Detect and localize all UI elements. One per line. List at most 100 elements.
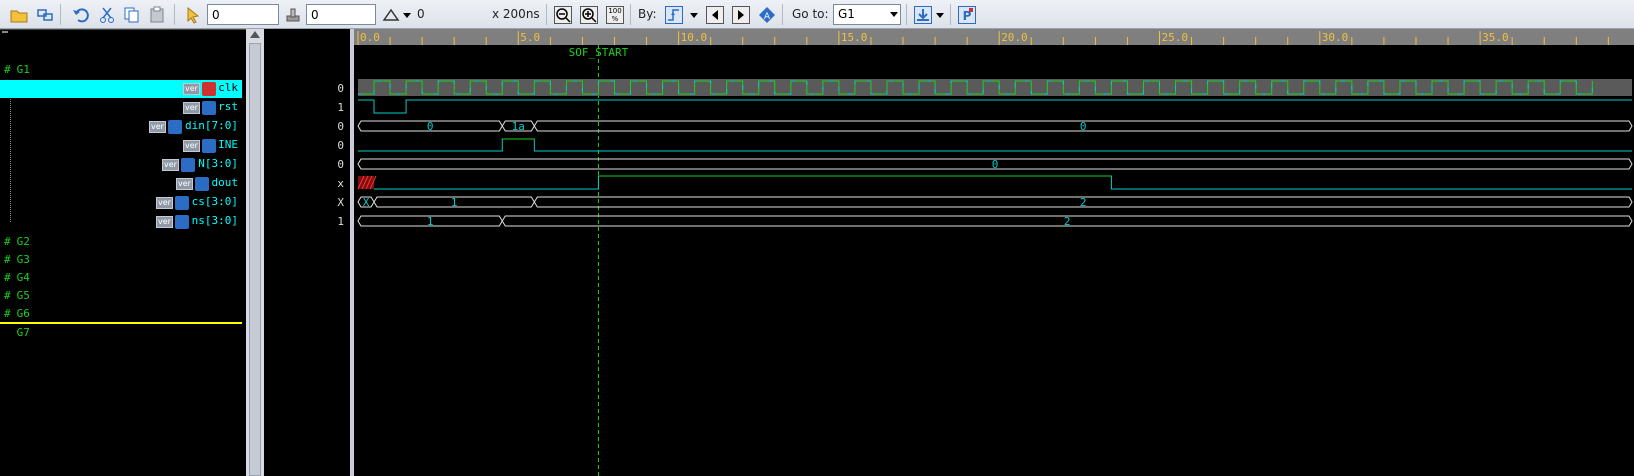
- value-ine: 0: [337, 139, 344, 152]
- reload-icon[interactable]: [34, 4, 56, 25]
- chevron-down-icon: [890, 12, 898, 17]
- input-port-icon: [168, 120, 182, 134]
- marker-tool-icon[interactable]: [282, 4, 304, 25]
- input-port-icon: [202, 101, 216, 115]
- by-label: By:: [638, 7, 657, 21]
- pointer-icon[interactable]: [182, 4, 204, 25]
- cs-bus-label: 2: [1080, 196, 1087, 209]
- verilog-badge: ver: [156, 216, 173, 228]
- goto-label: Go to:: [792, 7, 829, 21]
- zoom-out-icon[interactable]: [552, 4, 574, 25]
- signal-name: N[3:0]: [198, 157, 238, 170]
- ruler-label: 25.0: [1162, 31, 1189, 44]
- undo-icon[interactable]: [70, 4, 92, 25]
- next-edge-icon[interactable]: [730, 4, 752, 25]
- signal-row-ns[interactable]: ver ns[3:0]: [0, 213, 242, 231]
- group-g4[interactable]: # G4: [4, 271, 30, 284]
- value-clk: 0: [337, 82, 344, 95]
- ruler-label: 20.0: [1001, 31, 1027, 44]
- ine-wave: [358, 138, 1632, 152]
- input-port-icon: [202, 139, 216, 153]
- zoom-100-label: 100 %: [606, 5, 624, 24]
- marker-label: SOF_START: [569, 46, 629, 59]
- signal-name: rst: [218, 100, 238, 113]
- input-port-icon: [181, 158, 195, 172]
- value-din: 0: [337, 120, 344, 133]
- signal-name-panel: # G1 ver clk ver rst ver din[7:0] ver INE…: [0, 29, 246, 476]
- value-n: 0: [337, 158, 344, 171]
- waveforms: 0 1a 0 0 X 1 2 1 2: [357, 79, 1633, 228]
- group-g6[interactable]: # G6: [4, 307, 30, 320]
- open-folder-icon[interactable]: [8, 4, 30, 25]
- group-g7[interactable]: #G7: [4, 326, 30, 339]
- signal-row-din[interactable]: ver din[7:0]: [0, 118, 242, 136]
- signal-name: dout: [211, 176, 239, 189]
- edge-dropdown-icon[interactable]: [688, 4, 700, 25]
- signal-name: INE: [218, 138, 238, 151]
- signal-row-ine[interactable]: ver INE: [0, 137, 242, 155]
- din-bus-label: 1a: [512, 120, 525, 133]
- group-g2[interactable]: # G2: [4, 235, 30, 248]
- register-icon: [175, 215, 189, 229]
- ns-bus-label: 1: [427, 215, 434, 228]
- value-cs: X: [337, 196, 344, 209]
- signal-value-panel: 0 1 0 0 0 x X 1: [264, 29, 350, 476]
- verilog-badge: ver: [149, 121, 166, 133]
- verilog-badge: ver: [183, 102, 200, 114]
- signal-name: din[7:0]: [185, 119, 238, 132]
- ns-bus-label: 2: [1064, 215, 1071, 228]
- signal-row-rst[interactable]: ver rst: [0, 99, 242, 117]
- timeline-ruler: [354, 29, 1634, 45]
- copy-icon[interactable]: [121, 4, 143, 25]
- value-ns: 1: [337, 215, 344, 228]
- edge-select-icon[interactable]: [663, 4, 685, 25]
- insertion-marker: [0, 322, 242, 324]
- din-bus-label: 0: [427, 120, 434, 133]
- zoom-in-icon[interactable]: [578, 4, 600, 25]
- din-bus-label: 0: [1080, 120, 1087, 133]
- output-port-icon: [195, 177, 209, 191]
- signal-row-cs[interactable]: ver cs[3:0]: [0, 194, 242, 212]
- download-dropdown-icon[interactable]: [934, 4, 946, 25]
- properties-icon[interactable]: P: [956, 4, 978, 25]
- clock-icon: [202, 82, 216, 96]
- name-panel-scrollbar[interactable]: [246, 29, 264, 476]
- signal-row-n[interactable]: ver N[3:0]: [0, 156, 242, 174]
- marker-time-input[interactable]: [306, 4, 376, 25]
- delta-value: 0: [417, 7, 425, 21]
- verilog-badge: ver: [183, 140, 200, 152]
- waveform-panel[interactable]: 0.0 5.0 10.0 15.0 20.0 25.0 30.0 35.0 SOF_START…: [354, 29, 1634, 476]
- group-g3[interactable]: # G3: [4, 253, 30, 266]
- cs-bus-label: X: [363, 196, 370, 209]
- cursor-time-input[interactable]: [207, 4, 279, 25]
- ruler-label: 5.0: [520, 31, 540, 44]
- register-icon: [175, 196, 189, 210]
- verilog-badge: ver: [176, 178, 193, 190]
- paste-icon[interactable]: [147, 4, 169, 25]
- value-dout: x: [337, 177, 344, 190]
- zoom-100-button[interactable]: 100 %: [604, 4, 626, 25]
- find-icon[interactable]: A: [756, 4, 778, 25]
- goto-select[interactable]: G1: [833, 4, 901, 25]
- verilog-badge: ver: [183, 83, 200, 95]
- download-icon[interactable]: [912, 4, 934, 25]
- clock-band: [358, 79, 1632, 96]
- scroll-up-icon[interactable]: [250, 31, 260, 38]
- scrollbar-thumb[interactable]: [249, 43, 261, 476]
- previous-edge-icon[interactable]: [704, 4, 726, 25]
- ruler-label: 15.0: [841, 31, 868, 44]
- signal-row-clk[interactable]: ver clk: [0, 80, 242, 98]
- value-rst: 1: [337, 101, 344, 114]
- delta-dropdown-icon[interactable]: [402, 4, 412, 25]
- verilog-badge: ver: [162, 159, 179, 171]
- group-g1[interactable]: # G1: [4, 63, 30, 76]
- delta-icon[interactable]: [380, 4, 402, 25]
- group-g5[interactable]: # G5: [4, 289, 30, 302]
- ruler-label: 35.0: [1482, 31, 1509, 44]
- ruler-label: 10.0: [681, 31, 708, 44]
- cut-icon[interactable]: [96, 4, 118, 25]
- signal-row-dout[interactable]: ver dout: [0, 175, 242, 193]
- toolbar: 0 x 200ns 100 % By: A Go to: G1 P: [0, 0, 1634, 29]
- signal-name: clk: [218, 81, 238, 94]
- rst-wave: [358, 99, 1632, 114]
